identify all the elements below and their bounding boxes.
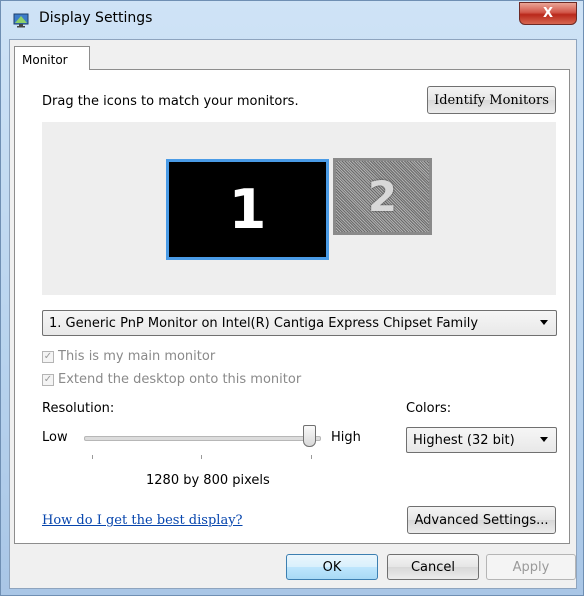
slider-tick <box>92 455 93 459</box>
monitor-2-number: 2 <box>367 172 398 221</box>
advanced-settings-button[interactable]: Advanced Settings... <box>407 506 556 534</box>
chevron-down-icon <box>540 320 548 325</box>
title-bar[interactable]: Display Settings X <box>1 1 583 39</box>
main-monitor-label: This is my main monitor <box>58 349 216 364</box>
close-button[interactable]: X <box>519 2 577 25</box>
extend-desktop-checkbox-row[interactable]: ✓ Extend the desktop onto this monitor <box>42 372 301 387</box>
identify-monitors-button[interactable]: Identify Monitors <box>427 86 556 114</box>
monitor-1-icon[interactable]: 1 <box>166 159 329 260</box>
resolution-low-label: Low <box>42 430 68 445</box>
best-display-help-link[interactable]: How do I get the best display? <box>42 513 243 528</box>
tab-monitor[interactable]: Monitor <box>14 46 90 70</box>
colors-select[interactable]: Highest (32 bit) <box>406 427 557 453</box>
resolution-label: Resolution: <box>42 401 115 416</box>
ok-button[interactable]: OK <box>286 554 378 580</box>
resolution-high-label: High <box>331 430 361 445</box>
slider-tick <box>311 455 312 459</box>
extend-desktop-label: Extend the desktop onto this monitor <box>58 372 302 387</box>
display-settings-icon <box>13 13 29 28</box>
cancel-button[interactable]: Cancel <box>387 554 479 580</box>
chevron-down-icon <box>540 437 548 442</box>
apply-button[interactable]: Apply <box>486 554 576 580</box>
monitor-select[interactable]: 1. Generic PnP Monitor on Intel(R) Canti… <box>42 310 557 336</box>
close-icon: X <box>542 6 554 21</box>
main-monitor-checkbox-row[interactable]: ✓ This is my main monitor <box>42 349 215 364</box>
drag-instruction: Drag the icons to match your monitors. <box>42 94 299 109</box>
checkbox-checked-icon[interactable]: ✓ <box>42 373 54 386</box>
colors-select-value: Highest (32 bit) <box>413 433 515 448</box>
checkbox-checked-icon[interactable]: ✓ <box>42 350 54 363</box>
resolution-value: 1280 by 800 pixels <box>146 473 270 488</box>
monitor-1-number: 1 <box>228 178 267 241</box>
resolution-slider-thumb[interactable] <box>303 425 316 447</box>
window-title: Display Settings <box>39 10 153 26</box>
monitor-select-value: 1. Generic PnP Monitor on Intel(R) Canti… <box>49 316 479 331</box>
resolution-slider-track[interactable] <box>84 436 321 441</box>
monitor-2-icon[interactable]: 2 <box>333 158 432 235</box>
slider-tick <box>201 455 202 459</box>
colors-label: Colors: <box>406 401 452 416</box>
